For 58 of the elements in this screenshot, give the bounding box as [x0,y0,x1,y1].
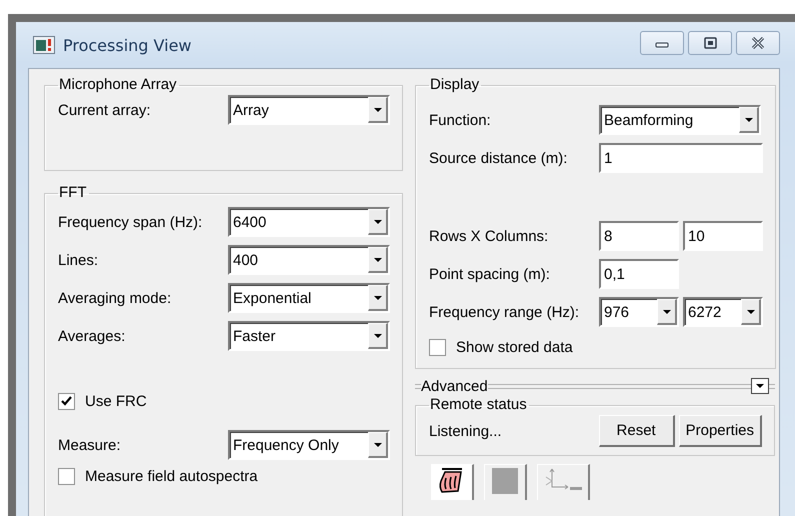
group-title: Remote status [429,397,528,413]
caret-icon [368,247,388,273]
push-button[interactable]: Properties [678,415,762,447]
caret-icon [755,383,765,389]
status-text: Listening... [429,422,503,440]
close-icon [751,37,765,49]
dropdown[interactable]: 6272 [683,297,763,327]
maximize-button[interactable] [688,31,732,55]
field-label: Averaging mode: [58,290,172,306]
toolbar-button[interactable] [431,464,474,500]
dropdown[interactable]: 400 [228,245,390,275]
field-label: Point spacing (m): [429,266,551,282]
input-field[interactable]: 1 [599,143,763,173]
close-button[interactable] [736,31,780,55]
input-field[interactable]: 8 [599,221,679,251]
input-field[interactable]: 10 [683,221,763,251]
checkbox[interactable] [58,468,75,485]
field-label: Function: [429,112,492,128]
minimize-button[interactable] [640,31,684,55]
checkbox-label: Show stored data [456,339,573,356]
field-label: Source distance (m): [429,150,568,166]
dropdown[interactable]: 976 [599,297,679,327]
group-title: Microphone Array [58,77,178,93]
dropdown[interactable]: 6400 [228,207,390,237]
checkbox-label: Measure field autospectra [85,468,258,485]
checkbox[interactable] [58,393,75,410]
caret-icon [368,323,388,349]
field-label: Frequency span (Hz): [58,214,204,230]
dropdown[interactable]: Array [228,95,390,125]
input-field[interactable]: 0,1 [599,259,679,289]
dropdown[interactable]: Frequency Only [228,430,390,460]
section-label: Advanced [421,378,488,394]
field-label: Lines: [58,252,100,268]
field-label: Rows X Columns: [429,228,550,244]
window-title: Processing View [63,36,192,54]
field-label: Averages: [58,328,126,344]
field-label: Current array: [58,102,152,118]
caret-icon [368,97,388,123]
dropdown[interactable]: Exponential [228,283,390,313]
app-icon [33,36,55,54]
caret-icon [368,432,388,458]
caret-icon [657,299,677,325]
caret-icon [368,209,388,235]
field-label: Frequency range (Hz): [429,304,580,320]
checkbox-label: Use FRC [85,393,147,410]
group-title: Display [429,77,480,93]
checkbox[interactable] [429,339,446,356]
square-icon [489,465,521,497]
caret-icon [741,299,761,325]
expand-button[interactable] [751,378,769,394]
caret-icon [739,107,759,133]
caret-icon [368,285,388,311]
field-label: Measure: [58,436,122,454]
maximize-icon [703,37,717,49]
push-button[interactable]: Reset [598,415,675,447]
dropdown[interactable]: Faster [228,321,390,351]
dropdown[interactable]: Beamforming [599,105,761,135]
group-title: FFT [58,185,88,201]
